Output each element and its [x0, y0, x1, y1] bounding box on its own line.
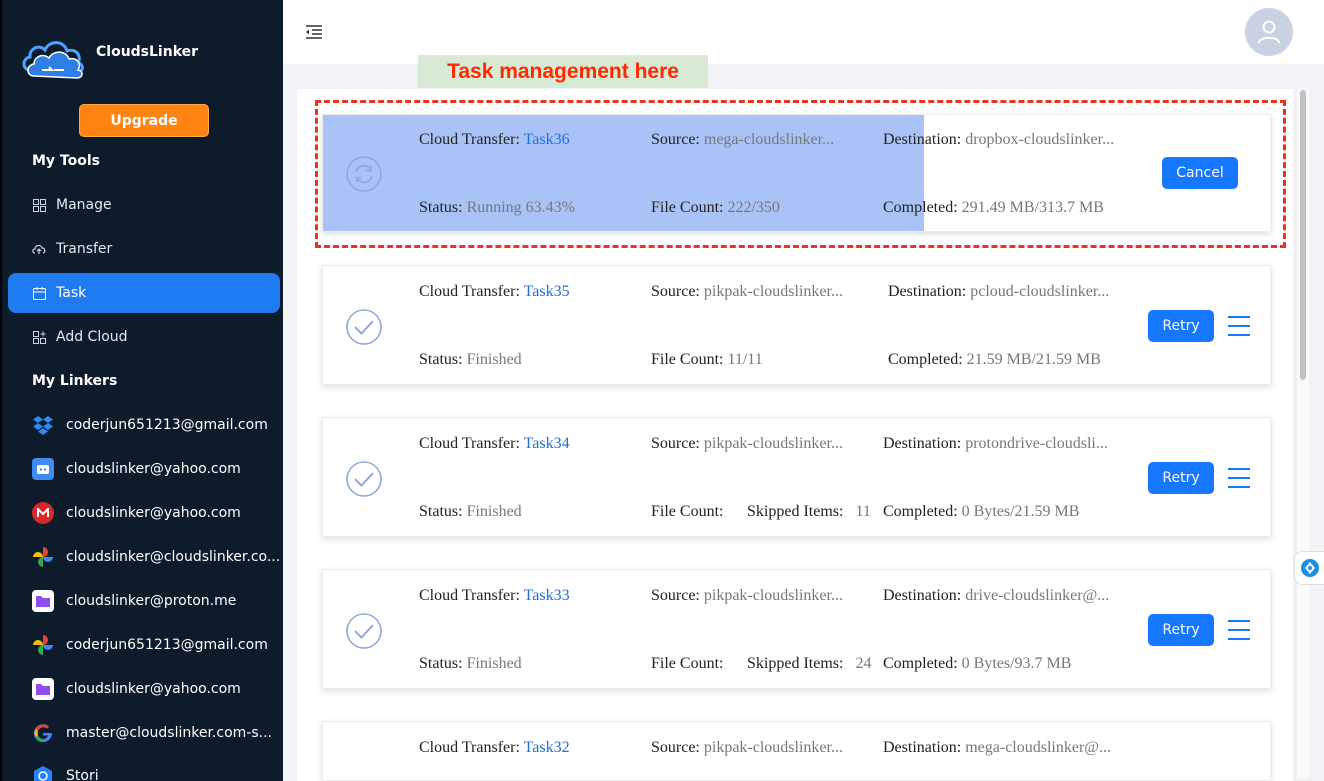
check-circle-icon — [346, 309, 382, 345]
task-skipped-field: Skipped Items: 24 — [747, 655, 872, 672]
task-status-field: Status: Finished — [419, 503, 522, 520]
mega-icon — [32, 502, 54, 524]
dropbox-icon — [32, 414, 54, 436]
cloud-transfer-icon — [32, 242, 46, 256]
task-skipped-field: Skipped Items: 11 — [747, 503, 871, 520]
user-icon — [1258, 20, 1280, 44]
annotation-highlight-box — [315, 100, 1286, 248]
task-card: Cloud Transfer: Task35 Source: pikpak-cl… — [322, 265, 1271, 385]
proton-drive-icon — [32, 590, 54, 612]
task-card: Cloud Transfer: Task34 Source: pikpak-cl… — [322, 417, 1271, 537]
pikpak-icon — [32, 458, 54, 480]
task-card: Cloud Transfer: Task32 Source: pikpak-cl… — [322, 721, 1271, 781]
linker-item[interactable]: cloudslinker@yahoo.com — [32, 454, 282, 484]
my-tools-heading: My Tools — [32, 153, 100, 169]
brand-name: CloudsLinker — [96, 44, 199, 60]
task-file-count-field: File Count: — [651, 655, 724, 672]
task-completed-field: Completed: 0 Bytes/93.7 MB — [883, 655, 1072, 672]
linker-item[interactable]: master@cloudslinker.com-s... — [32, 718, 282, 748]
proton-drive-icon — [32, 678, 54, 700]
task-destination-field: Destination: drive-cloudslinker@... — [883, 587, 1110, 604]
floating-assistant-button[interactable] — [1294, 551, 1324, 585]
sidebar-item-transfer[interactable]: Transfer — [8, 229, 280, 269]
assistant-icon — [1301, 559, 1319, 577]
add-grid-icon — [32, 330, 46, 344]
task-link[interactable]: Task32 — [524, 739, 570, 756]
sidebar-item-label: Task — [56, 285, 87, 301]
menu-collapse-icon[interactable] — [305, 24, 323, 40]
linker-item[interactable]: cloudslinker@yahoo.com — [32, 498, 282, 528]
task-source-field: Source: pikpak-cloudslinker... — [651, 283, 843, 300]
task-status-field: Status: Finished — [419, 351, 522, 368]
hamburger-menu-icon[interactable] — [1227, 315, 1251, 337]
sidebar-item-add-cloud[interactable]: Add Cloud — [8, 317, 280, 357]
scrollbar-thumb[interactable] — [1300, 90, 1306, 380]
linker-item[interactable]: cloudslinker@proton.me — [32, 586, 282, 616]
sidebar: CloudsLinker Upgrade My Tools Manage Tra… — [0, 0, 283, 781]
google-photos-icon — [32, 634, 54, 656]
task-card: Cloud Transfer: Task33 Source: pikpak-cl… — [322, 569, 1271, 689]
sidebar-item-label: Manage — [56, 197, 112, 213]
storj-icon — [32, 765, 54, 781]
task-link[interactable]: Task35 — [524, 283, 570, 300]
hamburger-menu-icon[interactable] — [1227, 467, 1251, 489]
cloudslinker-logo-icon — [22, 41, 84, 79]
retry-button[interactable]: Retry — [1148, 614, 1214, 646]
task-file-count-field: File Count: — [651, 503, 724, 520]
sidebar-item-label: Transfer — [56, 241, 113, 257]
my-linkers-heading: My Linkers — [32, 373, 118, 389]
calendar-icon — [32, 286, 46, 300]
task-destination-field: Destination: protondrive-cloudsli... — [883, 435, 1108, 452]
check-circle-icon — [346, 461, 382, 497]
vertical-scrollbar[interactable] — [1297, 88, 1309, 778]
task-destination-field: Destination: mega-cloudslinker@... — [883, 739, 1112, 756]
task-link[interactable]: Task33 — [524, 587, 570, 604]
task-link[interactable]: Task34 — [524, 435, 570, 452]
task-destination-field: Destination: pcloud-cloudslinker... — [888, 283, 1110, 300]
retry-button[interactable]: Retry — [1148, 310, 1214, 342]
linker-item[interactable]: cloudslinker@cloudslinker.co... — [32, 542, 282, 572]
task-name-field: Cloud Transfer: Task35 — [419, 283, 570, 300]
task-name-field: Cloud Transfer: Task32 — [419, 739, 570, 756]
task-completed-field: Completed: 21.59 MB/21.59 MB — [888, 351, 1101, 368]
sidebar-item-manage[interactable]: Manage — [8, 185, 280, 225]
task-name-field: Cloud Transfer: Task33 — [419, 587, 570, 604]
task-file-count-field: File Count: 11/11 — [651, 351, 763, 368]
task-completed-field: Completed: 0 Bytes/21.59 MB — [883, 503, 1080, 520]
linker-item[interactable]: cloudslinker@yahoo.com — [32, 674, 282, 704]
task-source-field: Source: pikpak-cloudslinker... — [651, 587, 843, 604]
sidebar-item-label: Add Cloud — [56, 329, 128, 345]
annotation-banner: Task management here — [418, 55, 708, 88]
user-avatar[interactable] — [1245, 8, 1293, 56]
task-status-field: Status: Finished — [419, 655, 522, 672]
check-circle-icon — [346, 613, 382, 649]
retry-button[interactable]: Retry — [1148, 462, 1214, 494]
linker-item[interactable]: coderjun651213@gmail.com — [32, 630, 282, 660]
task-source-field: Source: pikpak-cloudslinker... — [651, 435, 843, 452]
task-source-field: Source: pikpak-cloudslinker... — [651, 739, 843, 756]
upgrade-button[interactable]: Upgrade — [79, 104, 209, 137]
sidebar-item-task[interactable]: Task — [8, 273, 280, 313]
linker-item[interactable]: coderjun651213@gmail.com — [32, 410, 282, 440]
grid-icon — [32, 198, 46, 212]
task-name-field: Cloud Transfer: Task34 — [419, 435, 570, 452]
linker-item[interactable]: Stori — [32, 761, 282, 781]
google-icon — [32, 722, 54, 744]
google-photos-icon — [32, 546, 54, 568]
hamburger-menu-icon[interactable] — [1227, 619, 1251, 641]
